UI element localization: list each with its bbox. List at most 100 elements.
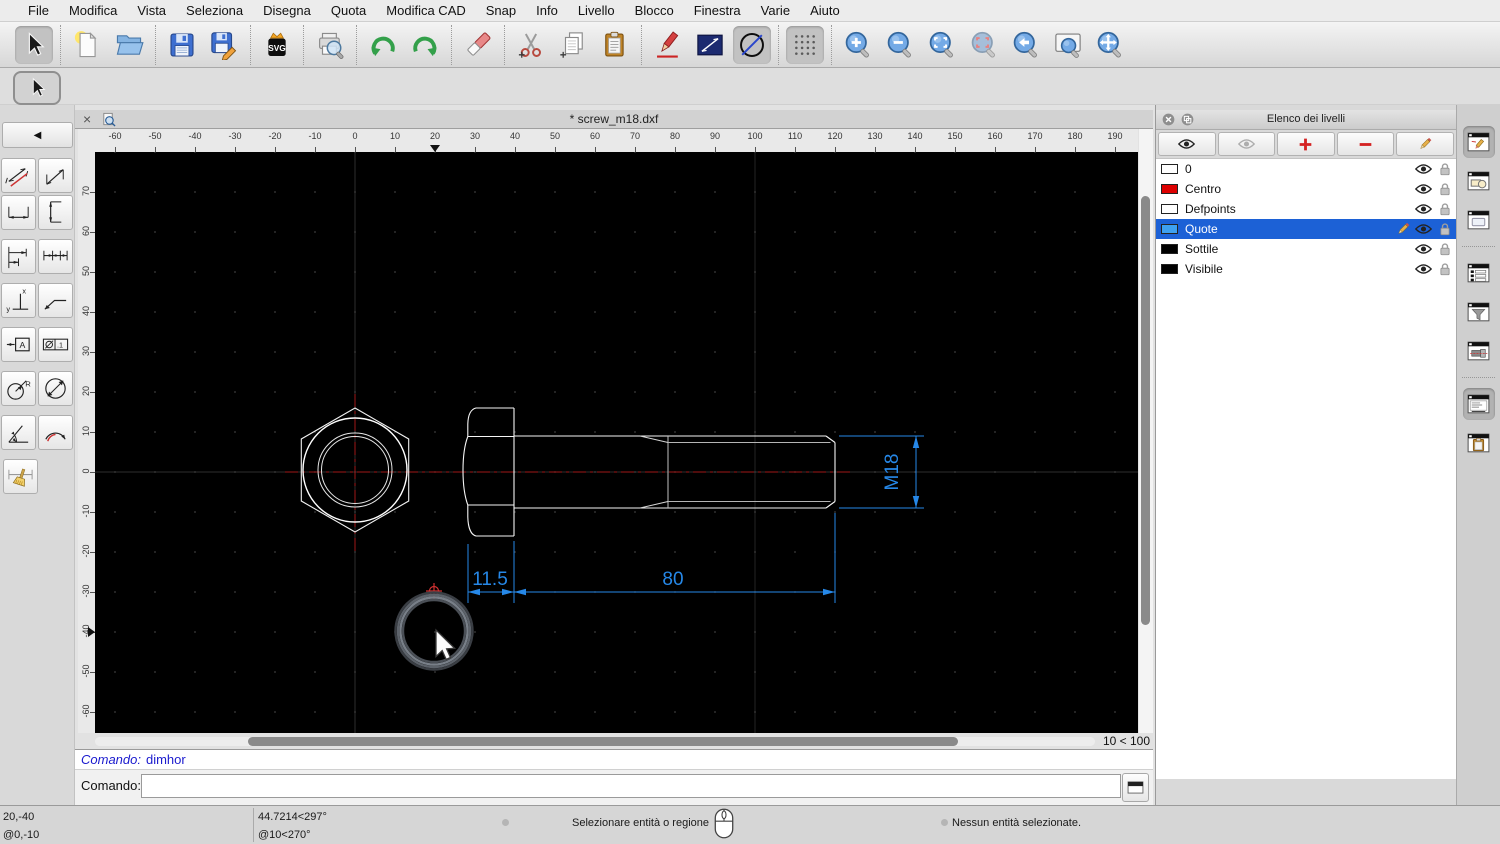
back-button[interactable]: ◀ (2, 122, 73, 148)
dim-aligned-button[interactable] (1, 158, 36, 193)
menu-varie[interactable]: Varie (751, 3, 800, 18)
zoom-in-button[interactable] (839, 26, 877, 64)
dim-cleanup-button[interactable] (3, 459, 38, 494)
layer-color-swatch[interactable] (1161, 244, 1178, 254)
command-window-button[interactable] (1122, 773, 1149, 802)
zoom-pan-button[interactable] (1091, 26, 1129, 64)
layer-visibility-eye-icon[interactable] (1414, 163, 1433, 175)
save-button[interactable] (163, 26, 201, 64)
snap-grid-button[interactable] (786, 25, 824, 64)
dim-diametric-button[interactable] (38, 371, 73, 406)
menu-blocco[interactable]: Blocco (625, 3, 684, 18)
layer-visibility-eye-icon[interactable] (1414, 203, 1433, 215)
layer-color-swatch[interactable] (1161, 184, 1178, 194)
layer-color-swatch[interactable] (1161, 264, 1178, 274)
layer-lock-icon[interactable] (1435, 182, 1454, 196)
dim-arc-button[interactable] (38, 415, 73, 450)
vertical-scrollbar-thumb[interactable] (1141, 196, 1150, 625)
zoom-window-button[interactable] (1049, 26, 1087, 64)
menu-vista[interactable]: Vista (127, 3, 176, 18)
cut-button[interactable] (512, 26, 550, 64)
dim-baseline-button[interactable] (1, 239, 36, 274)
hide-all-layers-button[interactable] (1217, 132, 1276, 156)
remove-layer-button[interactable] (1336, 132, 1395, 156)
dim-label-button[interactable]: A (1, 327, 36, 362)
paste-button[interactable] (596, 26, 634, 64)
draw-line-button[interactable] (691, 26, 729, 64)
layer-visibility-eye-icon[interactable] (1414, 263, 1433, 275)
add-layer-button[interactable] (1277, 132, 1335, 156)
horizontal-scrollbar[interactable] (95, 737, 1095, 746)
print-preview-button[interactable] (311, 26, 349, 64)
selection-tool-button[interactable] (13, 71, 61, 105)
layer-row-sottile[interactable]: Sottile (1156, 239, 1456, 259)
panel-close-icon[interactable] (1162, 113, 1175, 126)
layer-lock-icon[interactable] (1435, 202, 1454, 216)
dim-tolerance-button[interactable]: .1 (38, 327, 73, 362)
dim-radial-button[interactable]: R (1, 371, 36, 406)
vertical-scrollbar[interactable] (1139, 129, 1153, 733)
block-list-window-button[interactable] (1463, 165, 1495, 197)
menu-disegna[interactable]: Disegna (253, 3, 321, 18)
new-document-button[interactable] (68, 26, 106, 64)
draw-pen-button[interactable] (649, 26, 687, 64)
select-arrow-button[interactable] (15, 25, 53, 64)
copy-button[interactable] (554, 26, 592, 64)
horizontal-scrollbar-thumb[interactable] (248, 737, 958, 746)
panel-float-icon[interactable] (1181, 113, 1194, 126)
layer-row-quote[interactable]: Quote (1156, 219, 1456, 239)
zoom-select-button[interactable] (965, 26, 1003, 64)
zoom-previous-button[interactable] (1007, 26, 1045, 64)
menu-quota[interactable]: Quota (321, 3, 376, 18)
dim-angular-button[interactable] (1, 415, 36, 450)
dim-ordinate-button[interactable]: xy (1, 283, 36, 318)
zoom-auto-button[interactable] (923, 26, 961, 64)
entity-list-window-button[interactable] (1463, 257, 1495, 289)
filter-window-button[interactable] (1463, 296, 1495, 328)
layer-color-swatch[interactable] (1161, 204, 1178, 214)
show-all-layers-button[interactable] (1158, 132, 1216, 156)
dim-horizontal-button[interactable] (1, 195, 36, 230)
command-input[interactable] (141, 774, 1121, 798)
menu-modifica[interactable]: Modifica (59, 3, 127, 18)
open-file-button[interactable] (110, 26, 148, 64)
view-window-button[interactable] (1463, 335, 1495, 367)
menu-seleziona[interactable]: Seleziona (176, 3, 253, 18)
layer-visibility-eye-icon[interactable] (1414, 223, 1433, 235)
layer-lock-icon[interactable] (1435, 242, 1454, 256)
layer-edit-pencil-icon[interactable] (1393, 221, 1412, 237)
menu-aiuto[interactable]: Aiuto (800, 3, 850, 18)
dim-continue-button[interactable] (38, 239, 73, 274)
menu-livello[interactable]: Livello (568, 3, 625, 18)
edit-layer-button[interactable] (1396, 132, 1454, 156)
drawing-canvas[interactable]: 11.5 80 M18 (95, 152, 1138, 733)
layer-row-defpoints[interactable]: Defpoints (1156, 199, 1456, 219)
eraser-button[interactable] (459, 26, 497, 64)
draw-circle-button[interactable] (733, 25, 771, 64)
layer-color-swatch[interactable] (1161, 224, 1178, 234)
layer-row-visibile[interactable]: Visibile (1156, 259, 1456, 279)
redo-button[interactable] (406, 26, 444, 64)
layer-row-centro[interactable]: Centro (1156, 179, 1456, 199)
zoom-out-button[interactable] (881, 26, 919, 64)
menu-file[interactable]: File (18, 3, 59, 18)
layer-list-window-button[interactable] (1462, 126, 1495, 158)
menu-finestra[interactable]: Finestra (684, 3, 751, 18)
clipboard-window-button[interactable] (1463, 427, 1495, 459)
layer-lock-icon[interactable] (1435, 162, 1454, 176)
dim-leader-button[interactable] (38, 283, 73, 318)
layer-color-swatch[interactable] (1161, 164, 1178, 174)
layer-visibility-eye-icon[interactable] (1414, 243, 1433, 255)
menu-snap[interactable]: Snap (476, 3, 526, 18)
command-window-button[interactable] (1462, 388, 1495, 420)
layer-visibility-eye-icon[interactable] (1414, 183, 1433, 195)
dim-linear-button[interactable] (38, 158, 73, 193)
dim-vertical-button[interactable] (38, 195, 73, 230)
menu-info[interactable]: Info (526, 3, 568, 18)
library-window-button[interactable] (1463, 204, 1495, 236)
layer-lock-icon[interactable] (1435, 262, 1454, 276)
layer-row-0[interactable]: 0 (1156, 159, 1456, 179)
menu-modifica-cad[interactable]: Modifica CAD (376, 3, 475, 18)
save-as-button[interactable] (205, 26, 243, 64)
export-svg-button[interactable]: SVG (258, 26, 296, 64)
